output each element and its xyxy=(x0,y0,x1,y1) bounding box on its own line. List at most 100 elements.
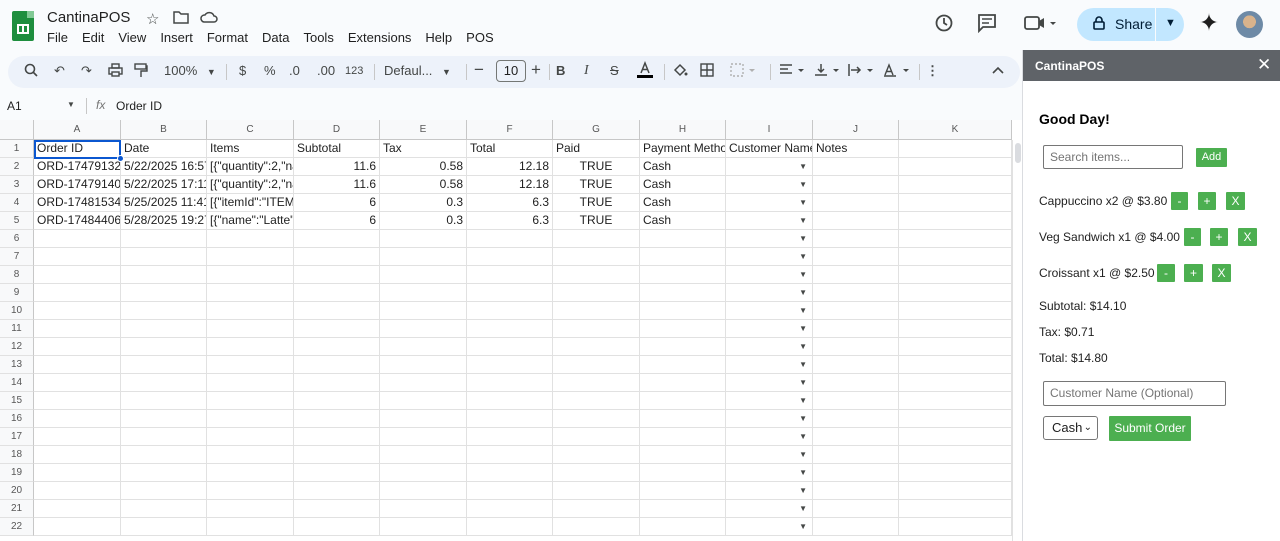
cell-payment-method[interactable] xyxy=(640,428,726,446)
cell-paid[interactable] xyxy=(553,248,640,266)
cell-order-id[interactable]: ORD-17479132 xyxy=(34,158,121,176)
cell-items[interactable] xyxy=(207,230,294,248)
search-items-input[interactable]: Search items... xyxy=(1043,145,1183,169)
decrease-font-size-button[interactable]: − xyxy=(474,60,484,80)
share-dropdown-icon[interactable]: ▼ xyxy=(1165,17,1176,29)
cell-notes[interactable] xyxy=(813,302,899,320)
dropdown-chip-icon[interactable]: ▼ xyxy=(799,194,807,211)
row-header[interactable]: 11 xyxy=(0,320,34,338)
cell-paid[interactable] xyxy=(553,518,640,536)
dropdown-chip-icon[interactable]: ▼ xyxy=(799,302,807,319)
cell-total[interactable] xyxy=(467,284,553,302)
cell-customer-name[interactable]: ▼ xyxy=(726,482,813,500)
search-menus-icon[interactable] xyxy=(24,63,38,80)
vertical-align-icon[interactable] xyxy=(814,63,842,80)
cell-tax[interactable]: 0.58 xyxy=(380,176,467,194)
cell-tax[interactable] xyxy=(380,248,467,266)
cell-order-id[interactable] xyxy=(34,392,121,410)
cell-date[interactable] xyxy=(121,464,207,482)
dropdown-chip-icon[interactable]: ▼ xyxy=(799,266,807,283)
row-header[interactable]: 2 xyxy=(0,158,34,176)
cell-items[interactable] xyxy=(207,374,294,392)
cell-extra[interactable] xyxy=(899,320,1012,338)
menu-file[interactable]: File xyxy=(47,30,68,45)
cell-customer-name[interactable]: ▼ xyxy=(726,446,813,464)
cell-date[interactable] xyxy=(121,320,207,338)
cell-subtotal[interactable] xyxy=(294,374,380,392)
cell-total[interactable]: 6.3 xyxy=(467,194,553,212)
cell-date[interactable] xyxy=(121,428,207,446)
customer-name-input[interactable]: Customer Name (Optional) xyxy=(1043,381,1226,406)
cell-customer-name[interactable]: ▼ xyxy=(726,500,813,518)
dropdown-chip-icon[interactable]: ▼ xyxy=(799,356,807,373)
cell-order-id[interactable] xyxy=(34,500,121,518)
cell-items[interactable]: [{"quantity":2,"na xyxy=(207,176,294,194)
menu-edit[interactable]: Edit xyxy=(82,30,104,45)
cell-payment-method[interactable] xyxy=(640,410,726,428)
menu-pos[interactable]: POS xyxy=(466,30,493,45)
cell-extra[interactable] xyxy=(899,392,1012,410)
column-header[interactable]: C xyxy=(207,120,294,140)
cell-total[interactable] xyxy=(467,338,553,356)
print-icon[interactable] xyxy=(108,63,123,80)
row-header[interactable]: 13 xyxy=(0,356,34,374)
cell-order-id[interactable] xyxy=(34,464,121,482)
cell-customer-name[interactable]: ▼ xyxy=(726,176,813,194)
submit-order-button[interactable]: Submit Order xyxy=(1109,416,1191,441)
row-header[interactable]: 17 xyxy=(0,428,34,446)
cell-notes[interactable] xyxy=(813,446,899,464)
cell-paid[interactable] xyxy=(553,446,640,464)
column-header[interactable]: D xyxy=(294,120,380,140)
horizontal-align-icon[interactable] xyxy=(779,63,807,80)
increase-qty-button[interactable]: + xyxy=(1198,192,1216,210)
cell-notes[interactable] xyxy=(813,410,899,428)
cell-tax[interactable]: 0.3 xyxy=(380,212,467,230)
cell-subtotal[interactable]: 11.6 xyxy=(294,158,380,176)
decrease-qty-button[interactable]: - xyxy=(1184,228,1201,246)
cell-order-id[interactable]: ORD-17479140 xyxy=(34,176,121,194)
cell-items[interactable]: [{"itemId":"ITEM- xyxy=(207,194,294,212)
cell-customer-name[interactable]: ▼ xyxy=(726,518,813,536)
cell-customer-name[interactable]: ▼ xyxy=(726,248,813,266)
account-avatar[interactable] xyxy=(1236,11,1263,38)
cell-items[interactable] xyxy=(207,248,294,266)
cell-tax[interactable]: 0.58 xyxy=(380,158,467,176)
header-cell-paid[interactable]: Paid xyxy=(553,140,640,158)
cell-extra[interactable] xyxy=(899,338,1012,356)
row-header[interactable]: 6 xyxy=(0,230,34,248)
cell-extra[interactable] xyxy=(899,428,1012,446)
cell-customer-name[interactable]: ▼ xyxy=(726,392,813,410)
cell-subtotal[interactable] xyxy=(294,482,380,500)
row-header[interactable]: 8 xyxy=(0,266,34,284)
column-header[interactable]: H xyxy=(640,120,726,140)
bold-button[interactable]: B xyxy=(556,63,565,78)
more-options-icon[interactable]: ⋮ xyxy=(926,63,939,79)
increase-qty-button[interactable]: + xyxy=(1210,228,1228,246)
paint-format-icon[interactable] xyxy=(134,63,148,81)
cell-extra[interactable] xyxy=(899,518,1012,536)
cell-total[interactable] xyxy=(467,500,553,518)
cell-payment-method[interactable] xyxy=(640,302,726,320)
cell-paid[interactable] xyxy=(553,392,640,410)
row-header[interactable]: 18 xyxy=(0,446,34,464)
cell-extra[interactable] xyxy=(899,284,1012,302)
cell-extra[interactable] xyxy=(899,410,1012,428)
payment-method-select[interactable]: Cash ⌄ xyxy=(1043,416,1098,440)
italic-button[interactable]: I xyxy=(584,63,589,79)
dropdown-chip-icon[interactable]: ▼ xyxy=(799,284,807,301)
cell-total[interactable]: 6.3 xyxy=(467,212,553,230)
cell-extra[interactable] xyxy=(899,194,1012,212)
row-header[interactable]: 1 xyxy=(0,140,34,158)
increase-qty-button[interactable]: + xyxy=(1184,264,1203,282)
cell-customer-name[interactable]: ▼ xyxy=(726,194,813,212)
cell-date[interactable] xyxy=(121,302,207,320)
cell-date[interactable]: 5/28/2025 19:27 xyxy=(121,212,207,230)
dropdown-chip-icon[interactable]: ▼ xyxy=(799,428,807,445)
cell-payment-method[interactable] xyxy=(640,338,726,356)
cell-date[interactable]: 5/25/2025 11:41 xyxy=(121,194,207,212)
row-header[interactable]: 22 xyxy=(0,518,34,536)
cell-items[interactable] xyxy=(207,392,294,410)
name-box[interactable]: A1 xyxy=(7,99,22,113)
font-size-input[interactable]: 10 xyxy=(496,60,526,82)
cell-paid[interactable] xyxy=(553,284,640,302)
